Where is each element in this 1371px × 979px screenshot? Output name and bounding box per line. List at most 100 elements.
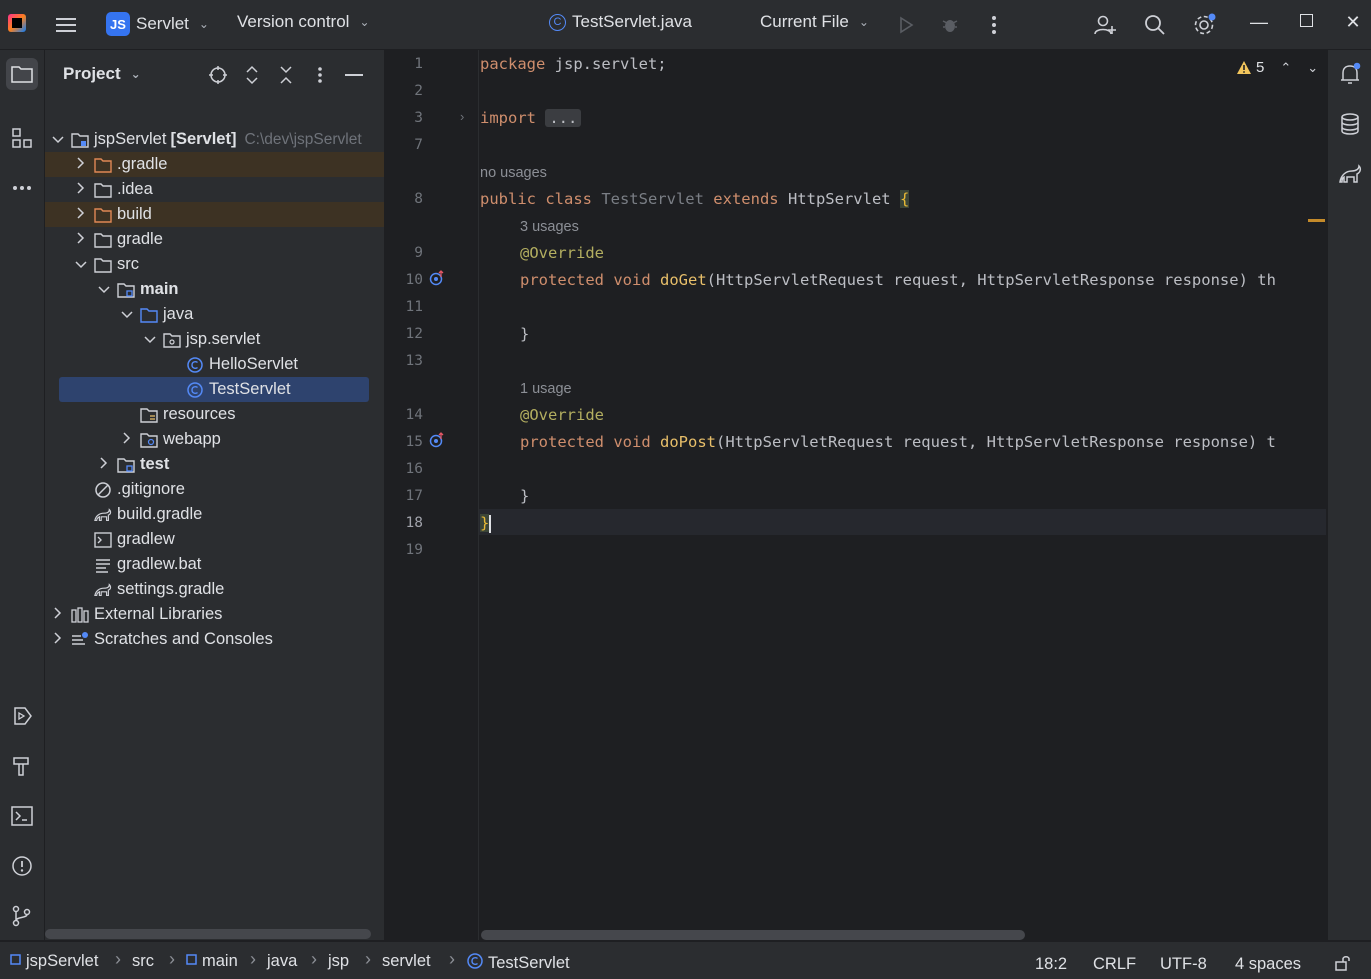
settings-gear-icon[interactable] [1190,11,1218,39]
more-horizontal-icon[interactable] [6,172,38,204]
run-icon[interactable] [892,11,920,39]
hamburger-icon[interactable] [53,11,81,39]
minimize-icon[interactable]: — [1247,12,1271,33]
line-number[interactable]: 10 [385,272,423,288]
line-number[interactable]: 14 [385,407,423,423]
tree-item-resources[interactable]: resources [45,402,384,427]
more-vertical-icon[interactable] [980,11,1008,39]
tree-item-gradlew[interactable]: gradlew [45,527,384,552]
line-number[interactable]: 1 [385,56,423,72]
debug-icon[interactable] [936,11,964,39]
maximize-icon[interactable] [1294,14,1318,27]
breadcrumb-item[interactable]: main [186,952,238,971]
chevron-right-icon[interactable] [97,457,111,472]
line-number[interactable]: 19 [385,542,423,558]
next-highlight-icon[interactable]: ⌄ [1307,60,1318,76]
chevron-right-icon[interactable] [51,632,65,647]
chevron-down-icon[interactable] [97,283,111,297]
usages-hint[interactable]: no usages [480,165,547,181]
tree-item-gradlew-bat[interactable]: gradlew.bat [45,552,384,577]
project-switcher[interactable]: JS Servlet ⌄ [106,12,209,36]
breadcrumb-item[interactable]: jsp [328,952,349,971]
line-number[interactable]: 11 [385,299,423,315]
code-editor[interactable]: 1 2 3 7 8 9 10 11 12 13 14 15 16 17 18 19 5 ⌃ ⌄ › packa… [385,50,1326,940]
previous-highlight-icon[interactable]: ⌃ [1280,60,1291,76]
close-icon[interactable]: ✕ [1341,12,1365,33]
warning-stripe-marker[interactable] [1308,219,1325,222]
chevron-right-icon[interactable] [74,157,88,172]
more-vertical-icon[interactable] [309,64,331,86]
usages-hint[interactable]: 3 usages [520,219,579,235]
services-icon[interactable] [6,700,38,732]
problems-icon[interactable] [6,850,38,882]
tree-item-gradle[interactable]: .gradle [45,152,384,177]
tree-item-java[interactable]: java [45,302,384,327]
terminal-icon[interactable] [6,800,38,832]
database-icon[interactable] [1334,108,1366,140]
line-number[interactable]: 15 [385,434,423,450]
tree-item-gradle[interactable]: gradle [45,227,384,252]
build-hammer-icon[interactable] [6,750,38,782]
hide-panel-icon[interactable] [343,64,365,86]
line-number[interactable]: 3 [385,110,423,126]
chevron-down-icon[interactable] [120,308,134,322]
chevron-down-icon[interactable] [74,258,88,272]
line-number[interactable]: 8 [385,191,423,207]
line-number[interactable]: 2 [385,83,423,99]
breadcrumb-item[interactable]: servlet [382,952,431,971]
breadcrumb-item[interactable]: TestServlet [466,952,570,975]
tree-item-build[interactable]: build [45,202,384,227]
editor-horizontal-scrollbar[interactable] [481,930,1025,940]
caret-position[interactable]: 18:2 [1035,955,1067,974]
version-control-menu[interactable]: Version control ⌄ [237,12,370,32]
read-only-lock-icon[interactable] [1334,954,1352,977]
tree-item-gitignore[interactable]: .gitignore [45,477,384,502]
chevron-down-icon[interactable] [143,333,157,347]
collapse-all-icon[interactable] [275,64,297,86]
chevron-right-icon[interactable] [74,207,88,222]
add-user-icon[interactable] [1091,11,1119,39]
chevron-right-icon[interactable] [51,607,65,622]
expand-all-icon[interactable] [241,64,263,86]
line-number[interactable]: 17 [385,488,423,504]
file-encoding[interactable]: UTF-8 [1160,955,1207,974]
tree-item-main[interactable]: main [45,277,384,302]
breadcrumb-item[interactable]: src [132,952,154,971]
line-number[interactable]: 9 [385,245,423,261]
tree-item-jspservlet[interactable]: jspServlet [Servlet] C:\dev\jspServlet [45,127,384,152]
breadcrumb-item[interactable]: java [267,952,297,971]
tree-item-scratches-and-consoles[interactable]: Scratches and Consoles [45,627,384,652]
tree-item-helloservlet[interactable]: HelloServlet [45,352,384,377]
chevron-down-icon[interactable] [51,133,65,147]
indent-setting[interactable]: 4 spaces [1235,955,1301,974]
tree-item-test[interactable]: test [45,452,384,477]
line-number[interactable]: 7 [385,137,423,153]
overrides-method-icon[interactable] [429,270,445,291]
line-number[interactable]: 18 [385,515,423,531]
gradle-elephant-icon[interactable] [1334,158,1366,190]
overrides-method-icon[interactable] [429,432,445,453]
folded-imports[interactable]: ... [545,109,582,127]
project-horizontal-scrollbar[interactable] [45,929,371,939]
tree-item-jsp-servlet[interactable]: jsp.servlet [45,327,384,352]
tree-item-settings-gradle[interactable]: settings.gradle [45,577,384,602]
git-branch-icon[interactable] [6,900,38,932]
tree-item-src[interactable]: src [45,252,384,277]
chevron-right-icon[interactable] [120,432,134,447]
tree-item-build-gradle[interactable]: build.gradle [45,502,384,527]
search-icon[interactable] [1141,11,1169,39]
breadcrumb-item[interactable]: jspServlet [10,952,98,971]
line-number[interactable]: 16 [385,461,423,477]
fold-arrow-icon[interactable]: › [460,109,464,124]
chevron-right-icon[interactable] [74,232,88,247]
project-panel-title[interactable]: Project ⌄ [63,64,141,84]
tree-item-idea[interactable]: .idea [45,177,384,202]
run-config-selector[interactable]: Current File ⌄ [760,12,869,32]
project-folder-icon[interactable] [6,58,38,90]
locate-target-icon[interactable] [207,64,229,86]
current-file-tab[interactable]: C TestServlet.java [549,12,692,32]
tree-item-external-libraries[interactable]: External Libraries [45,602,384,627]
line-number[interactable]: 12 [385,326,423,342]
usages-hint[interactable]: 1 usage [520,381,572,397]
notifications-bell-icon[interactable] [1334,58,1366,90]
